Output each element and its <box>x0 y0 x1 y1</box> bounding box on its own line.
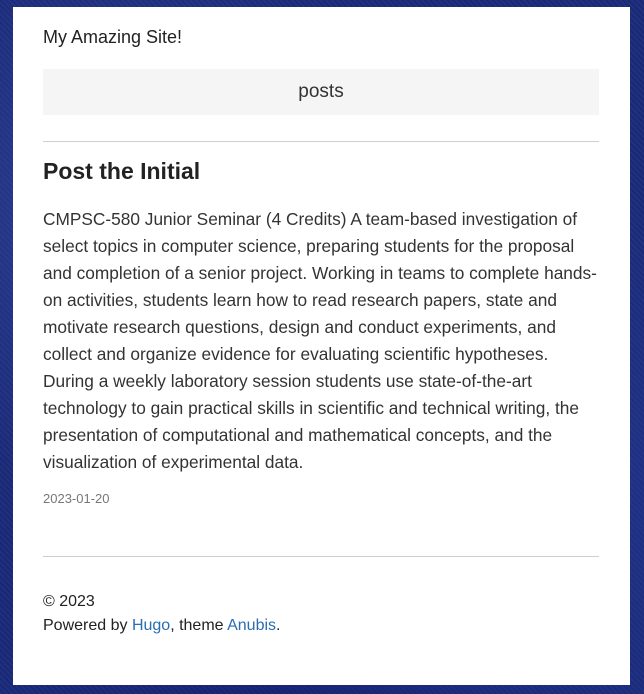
anubis-link[interactable]: Anubis <box>227 617 276 634</box>
post-date: 2023-01-20 <box>43 491 110 506</box>
site-title-link[interactable]: My Amazing Site! <box>43 27 182 48</box>
page-container: My Amazing Site! posts Post the Initial … <box>13 7 630 685</box>
main-nav: posts <box>43 69 599 115</box>
powered-by-line: Powered by Hugo, theme Anubis. <box>43 614 280 638</box>
footer-period: . <box>276 617 281 634</box>
copyright-text: © 2023 <box>43 593 95 610</box>
post-title: Post the Initial <box>43 158 201 184</box>
theme-text: , theme <box>170 617 228 634</box>
divider-top <box>43 141 599 142</box>
post-body: CMPSC-580 Junior Seminar (4 Credits) A t… <box>43 209 597 472</box>
footer: © 2023 Powered by Hugo, theme Anubis. <box>43 590 280 638</box>
divider-bottom <box>43 556 599 557</box>
hugo-link[interactable]: Hugo <box>132 617 170 634</box>
nav-item-posts[interactable]: posts <box>298 81 343 103</box>
powered-by-prefix: Powered by <box>43 617 132 634</box>
